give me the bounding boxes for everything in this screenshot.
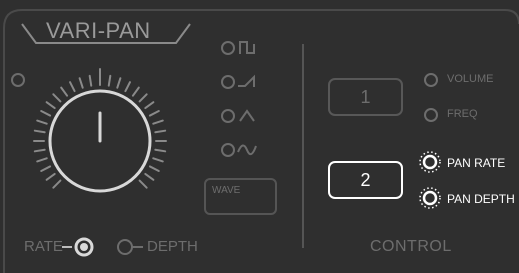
volume-option[interactable] (422, 70, 504, 90)
wave-display: WAVE (204, 178, 277, 215)
knob-hit-area[interactable] (45, 86, 155, 196)
knob-tick (152, 157, 164, 163)
knob-tick (116, 77, 122, 89)
knob-tick (36, 157, 48, 163)
knob-tick (40, 165, 52, 172)
control-slot-1[interactable]: 1 (328, 78, 403, 116)
knob-tick (60, 86, 69, 97)
knob-tick (131, 86, 140, 97)
knob-tick (148, 110, 160, 117)
knob-tick (45, 101, 56, 110)
wave-triangle-button[interactable] (219, 106, 259, 126)
wave-sawtooth-button[interactable] (219, 72, 259, 92)
knob-tick (138, 93, 148, 103)
knob-tick (33, 129, 46, 134)
knob-tick (124, 81, 131, 93)
control-slot-2-number: 2 (360, 169, 371, 190)
knob-tick (52, 93, 62, 103)
knob-tick (138, 179, 148, 189)
control-slot-2[interactable]: 2 (328, 161, 403, 199)
knob-tick (52, 179, 62, 189)
wave-label: WAVE (212, 185, 241, 196)
knob-tick (148, 165, 160, 172)
vari-pan-panel: VARI-PAN RATE DEPTH CONTROL WAVE 1 2 VOL… (0, 0, 519, 273)
knob-tick (88, 74, 93, 87)
knob-tick (78, 77, 84, 89)
knob-tick (144, 101, 155, 110)
knob-tick (154, 148, 167, 153)
wave-square-button[interactable] (219, 38, 259, 58)
knob-tick (33, 148, 46, 153)
knob-tick (36, 119, 48, 125)
knob-tick (69, 81, 76, 93)
wave-sine-button[interactable] (219, 140, 259, 160)
knob-tick (144, 172, 155, 181)
device-title: VARI-PAN (46, 18, 151, 43)
freq-option[interactable] (422, 105, 504, 125)
pan-depth-option[interactable] (419, 187, 515, 209)
knob-tick (152, 119, 164, 125)
knob-tick (107, 74, 112, 87)
depth-select-button[interactable] (115, 236, 205, 258)
rate-select-button[interactable] (20, 236, 98, 258)
control-section-label: CONTROL (370, 238, 452, 255)
pan-rate-option[interactable] (419, 151, 511, 173)
knob-tick (40, 110, 52, 117)
control-slot-1-number: 1 (360, 86, 371, 107)
power-led (11, 73, 25, 87)
knob-tick (154, 129, 167, 134)
knob-tick (45, 172, 56, 181)
